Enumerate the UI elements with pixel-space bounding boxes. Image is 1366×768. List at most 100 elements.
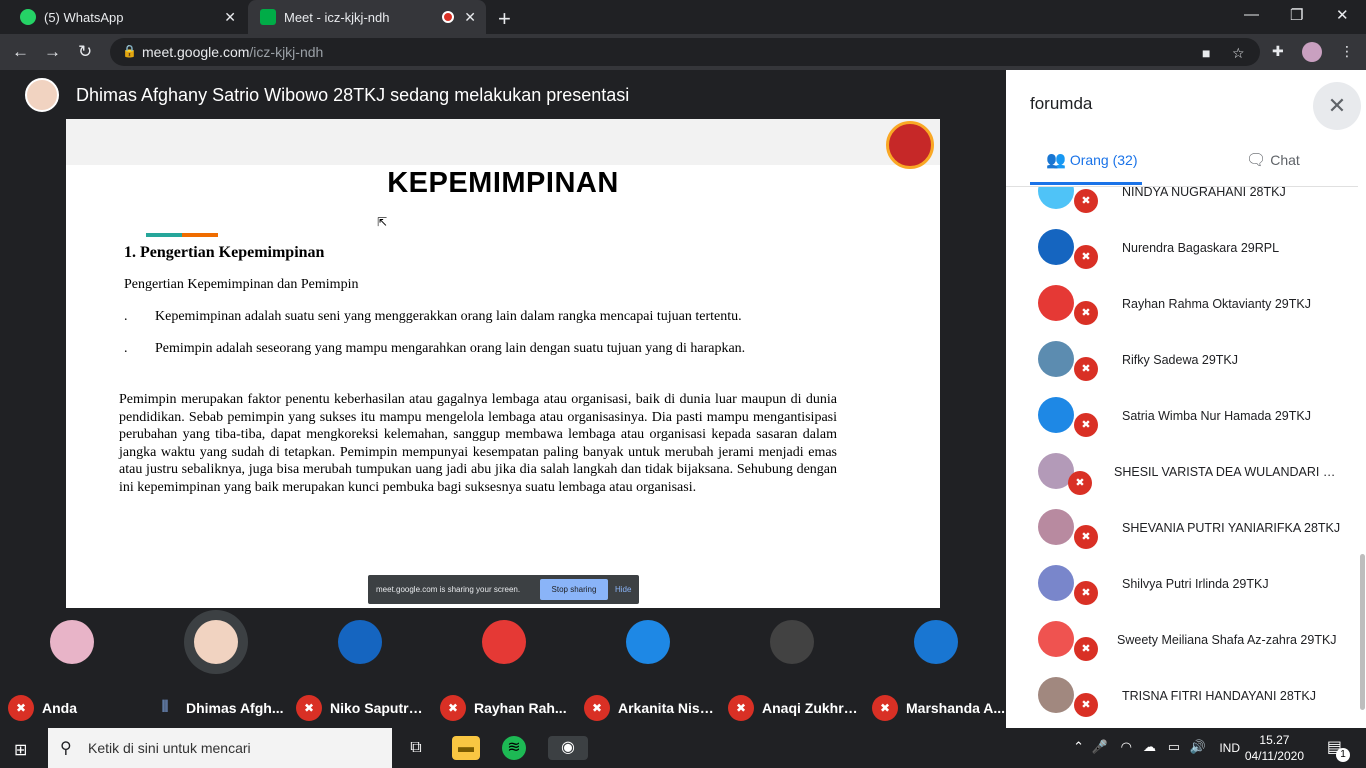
forward-icon[interactable]: → [44, 42, 61, 62]
avatar [194, 620, 238, 664]
bullet-mark: . [124, 309, 128, 324]
spotify-icon[interactable]: ≋ [502, 736, 526, 760]
presenter-title: Dhimas Afghany Satrio Wibowo 28TKJ sedan… [76, 85, 630, 105]
profile-avatar[interactable] [1302, 42, 1322, 62]
avatar [338, 620, 382, 664]
show-hidden-icons-icon[interactable]: ⌃ [1073, 739, 1084, 755]
volume-icon[interactable]: 🔊 [1190, 739, 1206, 755]
person-name: Sweety Meiliana Shafa Az-zahra 29TKJ [1117, 633, 1337, 647]
muted-mic-icon: ✖ [440, 695, 466, 721]
shared-slide: KEPEMIMPINAN 1. Pengertian Kepemimpinan … [66, 119, 940, 609]
participant-name: Anaqi Zukhru... [762, 700, 862, 716]
language-indicator[interactable]: IND [1219, 741, 1240, 755]
file-explorer-icon[interactable]: ▬ [452, 736, 480, 760]
list-item[interactable]: ✖ TRISNA FITRI HANDAYANI 28TKJ [1006, 673, 1358, 728]
person-name: Rayhan Rahma Oktavianty 29TKJ [1122, 297, 1311, 311]
scrollbar[interactable] [1360, 554, 1365, 710]
meet-icon [260, 9, 276, 25]
tab-people[interactable]: 👥 Orang (32) [1046, 150, 1138, 170]
windows-start-icon[interactable]: ⊞ [14, 740, 27, 760]
microphone-icon[interactable]: 🎤 [1092, 739, 1108, 755]
omnibox[interactable]: 🔒 meet.google.com/icz-kjkj-ndh ■ ☆ [110, 38, 1260, 66]
avatar [1038, 229, 1074, 265]
participant-tile[interactable]: ⦀ Dhimas Afgh... [144, 608, 288, 728]
muted-mic-icon: ✖ [1074, 525, 1098, 549]
whatsapp-icon [20, 9, 36, 25]
person-name: TRISNA FITRI HANDAYANI 28TKJ [1122, 689, 1317, 703]
close-window-icon[interactable]: ✕ [1336, 6, 1349, 24]
minimize-icon[interactable]: — [1244, 6, 1259, 23]
cloud-icon[interactable]: ☁ [1143, 739, 1156, 755]
list-item[interactable]: ✖ Sweety Meiliana Shafa Az-zahra 29TKJ [1006, 617, 1358, 673]
close-tab-icon[interactable]: ✕ [464, 9, 476, 26]
reload-icon[interactable]: ↻ [78, 42, 92, 62]
section-title: 1. Pengertian Kepemimpinan [124, 244, 325, 261]
list-item[interactable]: ✖ Shilvya Putri Irlinda 29TKJ [1006, 561, 1358, 617]
new-tab-button[interactable]: + [498, 6, 511, 32]
people-icon: 👥 [1046, 152, 1066, 169]
participant-tile[interactable]: ✖ Rayhan Rah... [432, 608, 576, 728]
bullet-text: Pemimpin adalah seseorang yang mampu men… [155, 341, 746, 356]
participant-tile[interactable]: ✖ Arkanita Nisy... [576, 608, 720, 728]
presenter-avatar [25, 78, 59, 112]
people-list: ✖ NINDYA NUGRAHANI 28TKJ ✖ Nurendra Bagask… [1006, 186, 1358, 728]
address-bar: ← → ↻ 🔒 meet.google.com/icz-kjkj-ndh ■ ☆… [0, 34, 1366, 70]
stop-sharing-button[interactable]: Stop sharing [540, 579, 608, 600]
participant-name: Dhimas Afgh... [186, 700, 284, 716]
chrome-icon[interactable]: ◉ [548, 736, 588, 760]
avatar [1038, 397, 1074, 433]
browser-tab-strip: (5) WhatsApp ✕ Meet - icz-kjkj-ndh ✕ + —… [0, 0, 1366, 34]
network-icon[interactable]: ◠ [1121, 739, 1132, 755]
tab-chat[interactable]: 🗨 Chat [1246, 150, 1300, 170]
taskbar-search[interactable]: ⚲ Ketik di sini untuk mencari [48, 728, 392, 768]
hide-button[interactable]: Hide [615, 585, 631, 594]
bullet-mark: . [124, 341, 128, 356]
menu-icon[interactable]: ⋮ [1340, 43, 1354, 60]
list-item[interactable]: ✖ Satria Wimba Nur Hamada 29TKJ [1006, 393, 1358, 449]
close-panel-button[interactable]: ✕ [1313, 82, 1361, 130]
avatar [1038, 509, 1074, 545]
accent-bar [146, 233, 218, 237]
muted-mic-icon: ✖ [1074, 301, 1098, 325]
participant-tile[interactable]: ✖ Niko Saputra ... [288, 608, 432, 728]
clock[interactable]: 15.27 04/11/2020 [1245, 732, 1304, 764]
person-name: Rifky Sadewa 29TKJ [1122, 353, 1239, 367]
task-view-icon[interactable]: ⧉ [402, 736, 430, 760]
slide-paragraph: Pemimpin merupakan faktor penentu keberh… [119, 392, 837, 495]
date: 04/11/2020 [1244, 749, 1304, 763]
avatar [1038, 621, 1074, 657]
muted-mic-icon: ✖ [1074, 413, 1098, 437]
lock-icon[interactable]: 🔒 [122, 44, 137, 58]
muted-mic-icon: ✖ [296, 695, 322, 721]
participant-tile[interactable]: ✖ Anaqi Zukhru... [720, 608, 864, 728]
avatar [1038, 187, 1074, 209]
close-tab-icon[interactable]: ✕ [224, 9, 236, 26]
tab-meet[interactable]: Meet - icz-kjkj-ndh ✕ [248, 0, 486, 34]
list-item[interactable]: ✖ Rifky Sadewa 29TKJ [1006, 337, 1358, 393]
active-tab-indicator [1030, 182, 1142, 185]
restore-icon[interactable]: ❐ [1290, 6, 1303, 24]
list-item[interactable]: ✖ Nurendra Bagaskara 29RPL [1006, 225, 1358, 281]
avatar [1038, 341, 1074, 377]
section-subtitle: Pengertian Kepemimpinan dan Pemimpin [124, 277, 359, 292]
list-item[interactable]: ✖ SHESIL VARISTA DEA WULANDARI 28... [1006, 449, 1358, 505]
extensions-icon[interactable]: ✚ [1272, 43, 1284, 60]
battery-icon[interactable]: ▭ [1168, 739, 1180, 755]
participant-tile[interactable]: ✖ Marshanda A... [864, 608, 1008, 728]
list-item[interactable]: ✖ Rayhan Rahma Oktavianty 29TKJ [1006, 281, 1358, 337]
chat-icon: 🗨 [1246, 152, 1267, 169]
list-item[interactable]: ✖ NINDYA NUGRAHANI 28TKJ [1006, 187, 1358, 225]
muted-mic-icon: ✖ [728, 695, 754, 721]
participant-name: Arkanita Nisy... [618, 700, 718, 716]
participant-tile[interactable]: ✖ Anda [0, 608, 144, 728]
bookmark-star-icon[interactable]: ☆ [1232, 45, 1245, 62]
muted-mic-icon: ✖ [1074, 637, 1098, 661]
url-text[interactable]: meet.google.com/icz-kjkj-ndh [142, 44, 323, 60]
person-name: SHEVANIA PUTRI YANIARIFKA 28TKJ [1122, 521, 1341, 535]
slide-header [66, 119, 940, 165]
list-item[interactable]: ✖ SHEVANIA PUTRI YANIARIFKA 28TKJ [1006, 505, 1358, 561]
back-icon[interactable]: ← [12, 42, 29, 62]
camera-icon[interactable]: ■ [1202, 45, 1210, 61]
participant-name: Marshanda A... [906, 700, 1006, 716]
tab-whatsapp[interactable]: (5) WhatsApp ✕ [8, 0, 246, 34]
